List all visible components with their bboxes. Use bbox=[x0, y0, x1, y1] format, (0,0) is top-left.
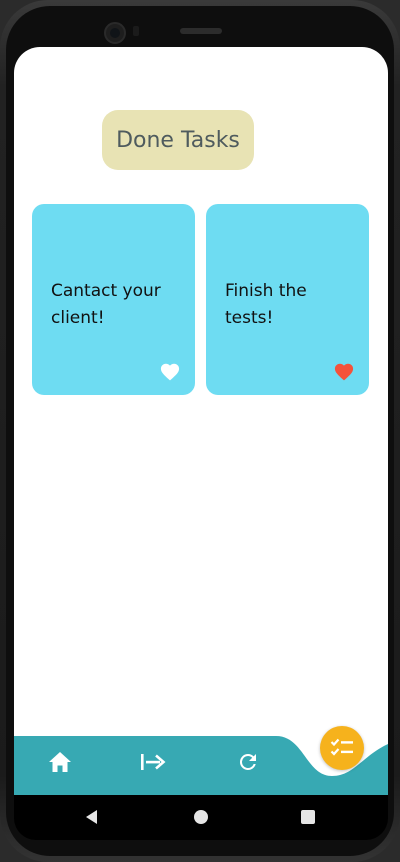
refresh-icon[interactable] bbox=[235, 749, 261, 775]
front-camera-icon bbox=[104, 22, 126, 44]
phone-frame: Done Tasks Cantact your client! Finish t… bbox=[0, 0, 400, 862]
home-icon[interactable] bbox=[47, 749, 73, 775]
task-card[interactable]: Finish the tests! bbox=[206, 204, 369, 395]
heart-icon[interactable] bbox=[159, 361, 181, 381]
back-triangle-icon[interactable] bbox=[86, 810, 97, 824]
home-circle-icon[interactable] bbox=[194, 810, 208, 824]
earpiece-speaker bbox=[180, 28, 222, 34]
system-navigation-bar bbox=[14, 795, 388, 840]
page-title[interactable]: Done Tasks bbox=[102, 110, 254, 170]
checklist-icon bbox=[330, 738, 353, 756]
proximity-sensor bbox=[133, 26, 139, 36]
task-card[interactable]: Cantact your client! bbox=[32, 204, 195, 395]
heart-filled-icon[interactable] bbox=[333, 361, 355, 381]
checklist-fab-button[interactable] bbox=[320, 726, 364, 770]
task-text: Cantact your client! bbox=[51, 281, 161, 328]
recents-square-icon[interactable] bbox=[301, 810, 315, 824]
task-text: Finish the tests! bbox=[225, 281, 307, 328]
app-screen: Done Tasks Cantact your client! Finish t… bbox=[14, 47, 388, 795]
logout-arrow-icon[interactable] bbox=[140, 749, 166, 775]
